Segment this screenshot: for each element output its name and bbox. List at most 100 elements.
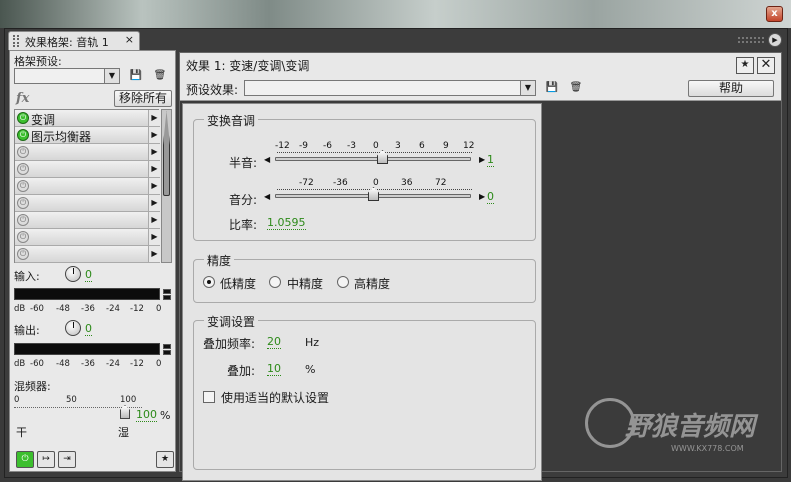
help-button[interactable]: 帮助 — [688, 80, 774, 97]
watermark-url: WWW.KX778.COM — [671, 444, 744, 453]
semitones-increment[interactable]: ▶ — [479, 155, 485, 164]
rack-preset-dropdown[interactable]: ▼ — [14, 68, 120, 84]
tick-label: 6 — [419, 141, 425, 151]
precision-low-label[interactable]: 低精度 — [220, 275, 256, 292]
mixer-wet-label: 湿 — [118, 426, 129, 439]
mixer-value[interactable]: 100 — [136, 408, 157, 422]
input-gain-knob[interactable] — [65, 266, 81, 282]
semitones-decrement[interactable]: ◀ — [264, 155, 270, 164]
tab-close-icon[interactable]: × — [125, 33, 134, 46]
cents-increment[interactable]: ▶ — [479, 192, 485, 201]
effect-slot-5[interactable]: ⏻ ▶ — [15, 178, 160, 195]
effect-slot-6[interactable]: ⏻ ▶ — [15, 195, 160, 212]
overlap-unit: % — [305, 363, 316, 376]
precision-low-radio[interactable] — [203, 276, 215, 288]
output-gain-value[interactable]: 0 — [85, 322, 92, 336]
slot-arrow-icon[interactable]: ▶ — [148, 195, 160, 211]
effect-slot-7[interactable]: ⏻ ▶ — [15, 212, 160, 229]
window-titlebar: x — [0, 0, 791, 28]
meter-tick: -12 — [130, 304, 144, 314]
slot-arrow-icon[interactable]: ▶ — [148, 161, 160, 177]
effects-slot-list: ⏻ 变调 ▶ ⏻ 图示均衡器 ▶ ⏻ ▶ ⏻ ▶ ⏻ ▶ ⏻ ▶ ⏻ ▶ ⏻ ▶ ⏻ ▶ — [14, 109, 160, 263]
effect-slot-9[interactable]: ⏻ ▶ — [15, 246, 160, 263]
precision-high-radio[interactable] — [337, 276, 349, 288]
power-icon[interactable]: ⏻ — [17, 146, 29, 158]
remove-all-button[interactable]: 移除所有 — [114, 90, 172, 107]
use-defaults-checkbox[interactable] — [203, 391, 215, 403]
tick-label: 3 — [395, 141, 401, 151]
cents-value[interactable]: 0 — [487, 190, 494, 204]
slot-arrow-icon[interactable]: ▶ — [148, 144, 160, 160]
power-icon[interactable]: ⏻ — [17, 129, 29, 141]
semitones-slider-track[interactable] — [275, 157, 471, 161]
slot-arrow-icon[interactable]: ▶ — [148, 127, 160, 143]
semitones-value[interactable]: 1 — [487, 153, 494, 167]
delete-effect-preset-icon[interactable]: 🗑 — [569, 81, 583, 95]
input-gain-value[interactable]: 0 — [85, 268, 92, 282]
meter-tick: dB — [14, 304, 26, 314]
effect-preset-dropdown[interactable]: ▼ — [244, 80, 536, 96]
power-icon[interactable]: ⏻ — [17, 248, 29, 260]
slot-arrow-icon[interactable]: ▶ — [148, 212, 160, 228]
close-effect-icon[interactable]: ✕ — [757, 57, 775, 74]
tick-label: -12 — [275, 141, 290, 151]
panel-drag-grip-icon[interactable] — [738, 37, 764, 43]
slot-arrow-icon[interactable]: ▶ — [148, 229, 160, 245]
save-preset-icon[interactable]: 💾 — [129, 69, 143, 83]
drag-grip-icon[interactable] — [13, 35, 19, 47]
precision-high-label[interactable]: 高精度 — [354, 275, 390, 292]
cents-decrement[interactable]: ◀ — [264, 192, 270, 201]
chevron-down-icon: ▼ — [520, 81, 535, 95]
effect-slot-3[interactable]: ⏻ ▶ — [15, 144, 160, 161]
output-level-meter — [14, 343, 171, 355]
power-icon[interactable]: ⏻ — [17, 163, 29, 175]
use-defaults-label[interactable]: 使用适当的默认设置 — [221, 389, 329, 406]
effect-slot-2[interactable]: ⏻ 图示均衡器 ▶ — [15, 127, 160, 144]
meter-tick: -48 — [56, 304, 70, 314]
meter-tick: -48 — [56, 359, 70, 369]
effect-slot-1[interactable]: ⏻ 变调 ▶ — [15, 110, 160, 127]
watermark-brand: 野狼音频网 — [625, 412, 756, 442]
tick-label: -9 — [299, 141, 308, 151]
panel-menu-button[interactable]: ▶ — [768, 33, 782, 47]
power-icon[interactable]: ⏻ — [17, 112, 29, 124]
effect-slot-8[interactable]: ⏻ ▶ — [15, 229, 160, 246]
power-icon[interactable]: ⏻ — [17, 180, 29, 192]
overlap-label: 叠加: — [227, 364, 256, 378]
panel-tab-title: 效果格架: 音轨 1 — [25, 36, 109, 49]
overlap-value[interactable]: 10 — [267, 362, 281, 376]
mixer-tick: 50 — [66, 395, 77, 405]
power-icon[interactable]: ⏻ — [17, 214, 29, 226]
panel-tab-effects-rack[interactable]: 效果格架: 音轨 1 × — [8, 31, 140, 50]
tick-label: -3 — [347, 141, 356, 151]
power-icon[interactable]: ⏻ — [17, 197, 29, 209]
meter-tick: -36 — [81, 359, 95, 369]
bypass-icon[interactable]: ⇥ — [58, 451, 76, 468]
tick-label: 12 — [463, 141, 475, 151]
slot-arrow-icon[interactable]: ▶ — [148, 178, 160, 194]
rack-power-button[interactable]: ⏻ — [16, 451, 34, 468]
semitone-tick-marks — [277, 152, 472, 156]
splice-frequency-value[interactable]: 20 — [267, 335, 281, 349]
rack-scrollbar[interactable] — [161, 109, 172, 263]
favorite-icon[interactable]: ★ — [156, 451, 174, 468]
delete-preset-icon[interactable]: 🗑 — [153, 69, 167, 83]
save-effect-preset-icon[interactable]: 💾 — [545, 81, 559, 95]
scroll-thumb[interactable] — [163, 111, 170, 196]
ratio-value[interactable]: 1.0595 — [267, 216, 306, 230]
effect-slot-4[interactable]: ⏻ ▶ — [15, 161, 160, 178]
output-gain-knob[interactable] — [65, 320, 81, 336]
tick-label: -36 — [333, 178, 348, 188]
precision-medium-radio[interactable] — [269, 276, 281, 288]
precision-medium-label[interactable]: 中精度 — [287, 275, 323, 292]
power-icon[interactable]: ⏻ — [17, 231, 29, 243]
slot-arrow-icon[interactable]: ▶ — [148, 110, 160, 126]
tick-label: 0 — [373, 141, 379, 151]
slot-arrow-icon[interactable]: ▶ — [148, 246, 160, 262]
semitones-label: 半音: — [229, 156, 258, 170]
meter-tick: dB — [14, 359, 26, 369]
insert-icon[interactable]: ↦ — [37, 451, 55, 468]
favorite-preset-icon[interactable]: ★ — [736, 57, 754, 74]
cents-label: 音分: — [229, 193, 258, 207]
window-close-button[interactable]: x — [766, 6, 783, 22]
